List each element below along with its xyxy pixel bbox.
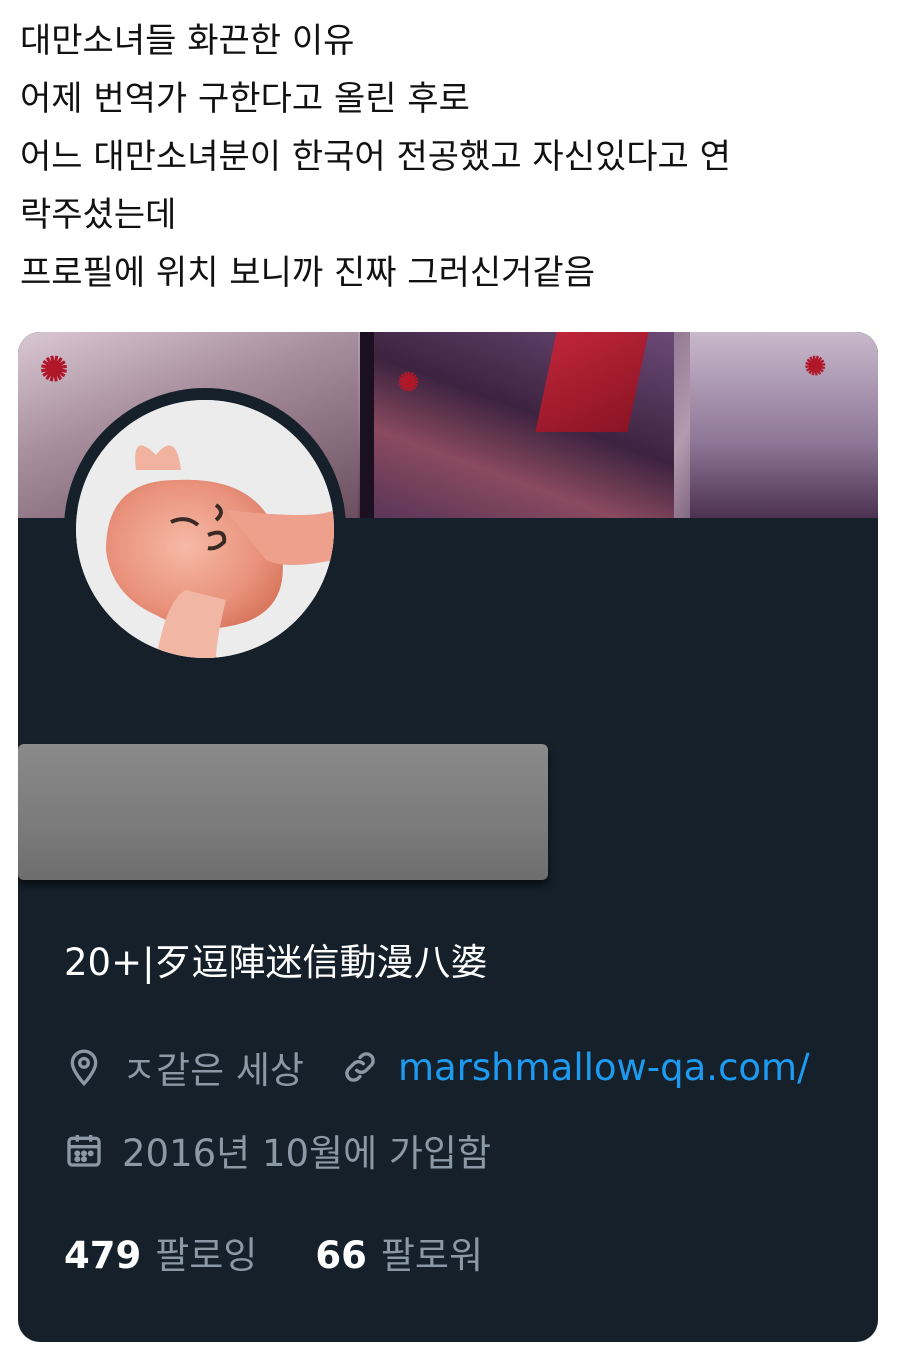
profile-card: ✺ ✺ ✺ 20+|歹逗陣迷信動漫八婆 ㅈ같은 세상 marshmallow-q…	[18, 332, 878, 1342]
followers-label: 팔로워	[380, 1234, 483, 1277]
post-line: 프로필에 위치 보니까 진짜 그러신거같음	[20, 253, 595, 293]
profile-meta-row: ㅈ같은 세상 marshmallow-qa.com/	[64, 1040, 810, 1094]
post-text: 대만소녀들 화끈한 이유 어제 번역가 구한다고 올린 후로 어느 대만소녀분이…	[20, 12, 880, 302]
link-icon	[340, 1047, 380, 1087]
banner-panel	[690, 332, 878, 518]
post-line: 락주셨는데	[20, 195, 177, 235]
bunny-character-icon	[76, 400, 334, 658]
avatar[interactable]	[64, 388, 346, 670]
profile-location: ㅈ같은 세상	[122, 1049, 304, 1092]
following-label: 팔로잉	[155, 1234, 258, 1277]
profile-join-date: 2016년 10월에 가입함	[122, 1132, 492, 1175]
followers-count: 66	[315, 1234, 367, 1277]
following-count: 479	[64, 1234, 142, 1277]
redaction-box	[18, 744, 548, 880]
post-line: 대만소녀들 화끈한 이유	[20, 21, 355, 61]
post-line: 어제 번역가 구한다고 올린 후로	[20, 79, 470, 119]
location-pin-icon	[64, 1047, 104, 1087]
post-line: 어느 대만소녀분이 한국어 전공했고 자신있다고 연	[20, 137, 731, 177]
following-link[interactable]: 479 팔로잉	[64, 1225, 257, 1279]
followers-link[interactable]: 66 팔로워	[315, 1225, 483, 1279]
profile-bio: 20+|歹逗陣迷信動漫八婆	[64, 941, 488, 984]
avatar-image	[76, 400, 334, 658]
calendar-icon	[64, 1130, 104, 1170]
profile-meta-row: 2016년 10월에 가입함	[64, 1123, 491, 1177]
profile-website-link[interactable]: marshmallow-qa.com/	[398, 1046, 810, 1089]
follow-counts: 479 팔로잉 66 팔로워	[64, 1225, 483, 1279]
